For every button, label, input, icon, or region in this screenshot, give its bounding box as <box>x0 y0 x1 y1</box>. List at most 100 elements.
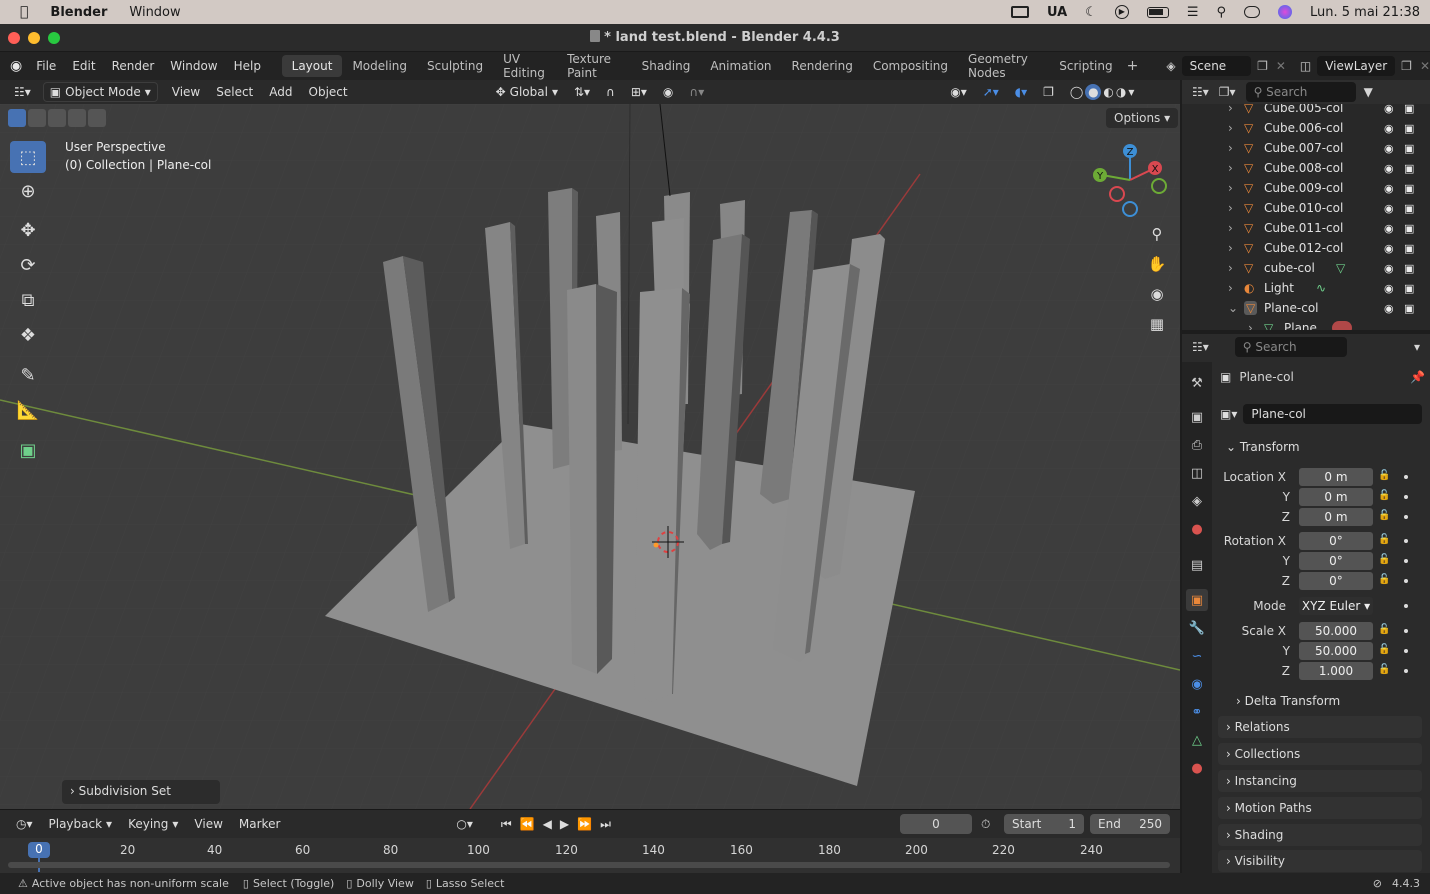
add-cube-tool[interactable]: ▣ <box>10 434 46 466</box>
select-extend-icon[interactable] <box>28 109 46 127</box>
wifi-icon[interactable]: ☰ <box>1187 5 1199 20</box>
mode-dropdown[interactable]: ▣ Object Mode ▾ <box>42 82 158 102</box>
spotlight-icon[interactable]: ⚲ <box>1216 5 1226 20</box>
autokey-icon[interactable]: ○▾ <box>448 817 481 831</box>
zoom-icon[interactable]: ⚲ <box>1143 220 1171 248</box>
transform-tool[interactable]: ❖ <box>10 319 46 351</box>
battery-icon[interactable] <box>1146 6 1169 18</box>
siri-icon[interactable] <box>1278 5 1292 19</box>
scene-field[interactable]: Scene <box>1181 56 1252 76</box>
3d-viewport[interactable]: User Perspective (0) Collection | Plane-… <box>0 104 1180 809</box>
new-viewlayer-icon[interactable]: ❐ <box>1401 59 1412 73</box>
tab-geometry-nodes[interactable]: Geometry Nodes <box>958 48 1049 84</box>
instancing-panel[interactable]: › Instancing <box>1218 770 1422 792</box>
tab-compositing[interactable]: Compositing <box>863 55 958 77</box>
keyframe-dot[interactable] <box>1404 559 1408 563</box>
lock-icon[interactable]: 🔓 <box>1378 470 1390 482</box>
lock-icon[interactable]: 🔓 <box>1378 534 1390 546</box>
eye-icon[interactable]: ◉ <box>1384 162 1394 175</box>
move-tool[interactable]: ✥ <box>10 214 46 246</box>
tab-layout[interactable]: Layout <box>281 55 343 77</box>
eye-icon[interactable]: ◉ <box>1384 182 1394 195</box>
select-subtract-icon[interactable] <box>48 109 66 127</box>
outliner-item[interactable]: › ▽ Cube.005-col ◉ ▣ <box>1182 104 1430 118</box>
outliner-item[interactable]: › ▽ Cube.008-col ◉ ▣ <box>1182 158 1430 178</box>
keyframe-dot[interactable] <box>1404 515 1408 519</box>
outliner-search[interactable]: ⚲ Search <box>1245 82 1356 102</box>
navigation-gizmo[interactable]: Z X Y <box>1085 140 1175 220</box>
material-tab-icon[interactable]: ● <box>1186 757 1208 779</box>
outliner-item[interactable]: › ▽ Cube.007-col ◉ ▣ <box>1182 138 1430 158</box>
scale-y-field[interactable]: 50.000 <box>1299 642 1373 660</box>
overlays-icon[interactable]: ◖▾ <box>1007 85 1035 99</box>
outliner-item[interactable]: › ▽ cube-col ▽ ◉ ▣ <box>1182 258 1430 278</box>
rotation-x-field[interactable]: 0° <box>1299 532 1373 550</box>
timeline-editor-icon[interactable]: ◷▾ <box>8 817 41 831</box>
play-icon[interactable]: ▶ <box>1114 5 1129 19</box>
select-intersect-icon[interactable] <box>88 109 106 127</box>
menu-select[interactable]: Select <box>208 85 261 99</box>
select-box-tool[interactable]: ⬚ <box>10 141 46 173</box>
control-center-icon[interactable] <box>1244 6 1260 18</box>
shading-panel[interactable]: › Shading <box>1218 824 1422 846</box>
lock-icon[interactable]: 🔓 <box>1378 554 1390 566</box>
expand-icon[interactable]: › <box>1228 121 1233 135</box>
apple-icon[interactable]:  <box>20 4 28 20</box>
object-datablock[interactable]: ▣▾ Plane-col <box>1220 404 1422 424</box>
motion-paths-panel[interactable]: › Motion Paths <box>1218 797 1422 819</box>
outliner-item[interactable]: › ◐ Light ∿ ◉ ▣ <box>1182 278 1430 298</box>
expand-icon[interactable]: › <box>1228 281 1233 295</box>
delete-scene-icon[interactable]: ✕ <box>1276 59 1286 73</box>
keyframe-dot[interactable] <box>1404 669 1408 673</box>
snap-target-icon[interactable]: ⊞▾ <box>623 85 655 99</box>
delta-transform-subpanel[interactable]: › Delta Transform <box>1218 690 1422 712</box>
data-tab-icon[interactable]: △ <box>1186 729 1208 751</box>
render-camera-icon[interactable]: ▣ <box>1404 122 1414 135</box>
options-button[interactable]: Options ▾ <box>1106 108 1179 128</box>
playhead[interactable]: 0 <box>28 842 50 858</box>
proportional-editing-icon[interactable]: ◉ <box>655 85 681 99</box>
render-camera-icon[interactable]: ▣ <box>1404 182 1414 195</box>
keyframe-dot[interactable] <box>1404 629 1408 633</box>
rotate-tool[interactable]: ⟳ <box>10 249 46 281</box>
rotation-y-field[interactable]: 0° <box>1299 552 1373 570</box>
delete-viewlayer-icon[interactable]: ✕ <box>1420 59 1430 73</box>
outliner-item[interactable]: › ▽ Cube.006-col ◉ ▣ <box>1182 118 1430 138</box>
tab-scripting[interactable]: Scripting <box>1049 55 1122 77</box>
properties-search[interactable]: ⚲ Search <box>1234 337 1347 357</box>
select-invert-icon[interactable] <box>68 109 86 127</box>
render-camera-icon[interactable]: ▣ <box>1404 162 1414 175</box>
expand-icon[interactable]: › <box>1228 221 1233 235</box>
outliner-item[interactable]: › ▽ Cube.009-col ◉ ▣ <box>1182 178 1430 198</box>
transform-panel-header[interactable]: ⌄ Transform <box>1218 436 1422 458</box>
window-menu[interactable]: Window <box>129 5 180 20</box>
keyframe-dot[interactable] <box>1404 579 1408 583</box>
falloff-icon[interactable]: ∩▾ <box>681 85 712 99</box>
eye-icon[interactable]: ◉ <box>1384 282 1394 295</box>
lock-icon[interactable]: 🔓 <box>1378 644 1390 656</box>
render-camera-icon[interactable]: ▣ <box>1404 262 1414 275</box>
tab-modeling[interactable]: Modeling <box>342 55 417 77</box>
eye-icon[interactable]: ◉ <box>1384 202 1394 215</box>
cursor-tool[interactable]: ⊕ <box>10 175 46 207</box>
menu-keying[interactable]: Keying ▾ <box>120 817 186 831</box>
stopwatch-icon[interactable]: ⏱ <box>981 817 990 832</box>
grid-view-icon[interactable]: ▦ <box>1143 310 1171 338</box>
relations-panel[interactable]: › Relations <box>1218 716 1422 738</box>
camera-icon[interactable]: ◉ <box>1143 280 1171 308</box>
eye-icon[interactable]: ◉ <box>1384 122 1394 135</box>
object-name-field[interactable]: Plane-col <box>1243 404 1422 424</box>
gizmo-toggle-icon[interactable]: ➚▾ <box>975 85 1007 99</box>
rotation-mode-dropdown[interactable]: XYZ Euler ▾ <box>1299 597 1373 615</box>
eye-icon[interactable]: ◉ <box>1384 242 1394 255</box>
menu-view-timeline[interactable]: View <box>186 817 230 831</box>
eye-icon[interactable]: ◉ <box>1384 302 1394 315</box>
output-tab-icon[interactable]: ⎙ <box>1186 434 1208 456</box>
expand-icon[interactable]: › <box>1228 104 1233 115</box>
menu-object[interactable]: Object <box>301 85 356 99</box>
play-reverse-icon[interactable]: ◀ <box>543 817 552 831</box>
lock-icon[interactable]: 🔓 <box>1378 510 1390 522</box>
next-keyframe-icon[interactable]: ⏩ <box>577 817 592 831</box>
render-camera-icon[interactable]: ▣ <box>1404 242 1414 255</box>
outliner-item[interactable]: › ▽ Cube.012-col ◉ ▣ <box>1182 238 1430 258</box>
